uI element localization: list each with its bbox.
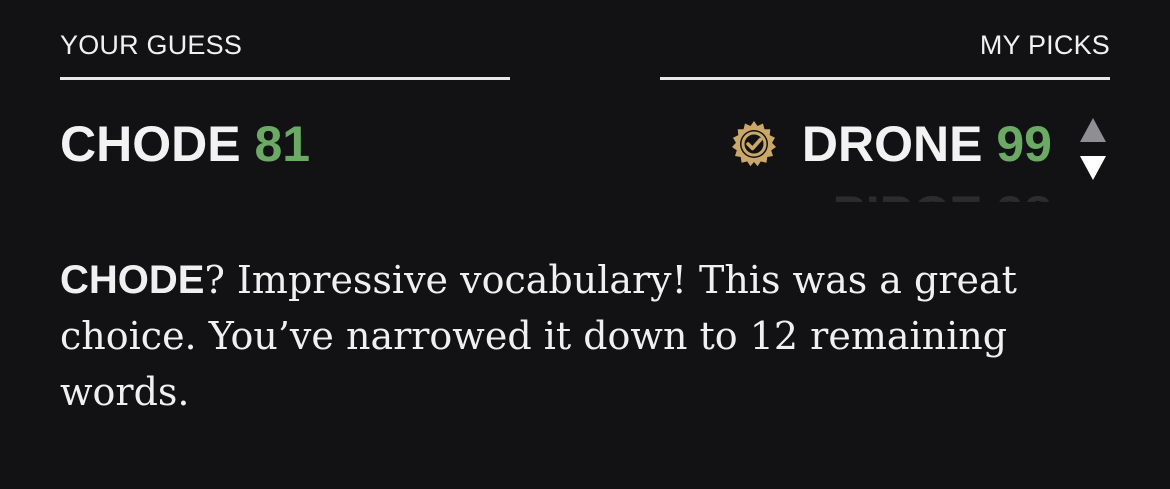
- guess-result: CHODE 81: [60, 112, 310, 176]
- next-pick-preview-text: PIPCE 98: [832, 182, 1052, 202]
- guess-score: 81: [254, 116, 311, 172]
- next-pick-preview: PIPCE 98: [792, 178, 1052, 202]
- message-text: ? Impressive vocabulary! This was a grea…: [60, 258, 1017, 414]
- guess-word: CHODE: [60, 116, 241, 172]
- pick-word: DRONE: [801, 116, 983, 172]
- my-picks-label: MY PICKS: [979, 30, 1110, 60]
- pick-score: 99: [996, 116, 1052, 172]
- arrow-up-icon[interactable]: [1078, 116, 1108, 146]
- result-message: CHODE? Impressive vocabulary! This was a…: [60, 252, 1120, 420]
- my-picks-divider: [660, 77, 1110, 80]
- current-pick: DRONE 99: [730, 112, 1052, 176]
- verified-check-badge-icon: [731, 121, 776, 167]
- message-guess-word: CHODE: [60, 258, 205, 302]
- your-guess-divider: [60, 77, 510, 80]
- your-guess-label: YOUR GUESS: [60, 30, 243, 60]
- pick-navigation: [1078, 116, 1108, 182]
- arrow-down-icon[interactable]: [1078, 152, 1108, 182]
